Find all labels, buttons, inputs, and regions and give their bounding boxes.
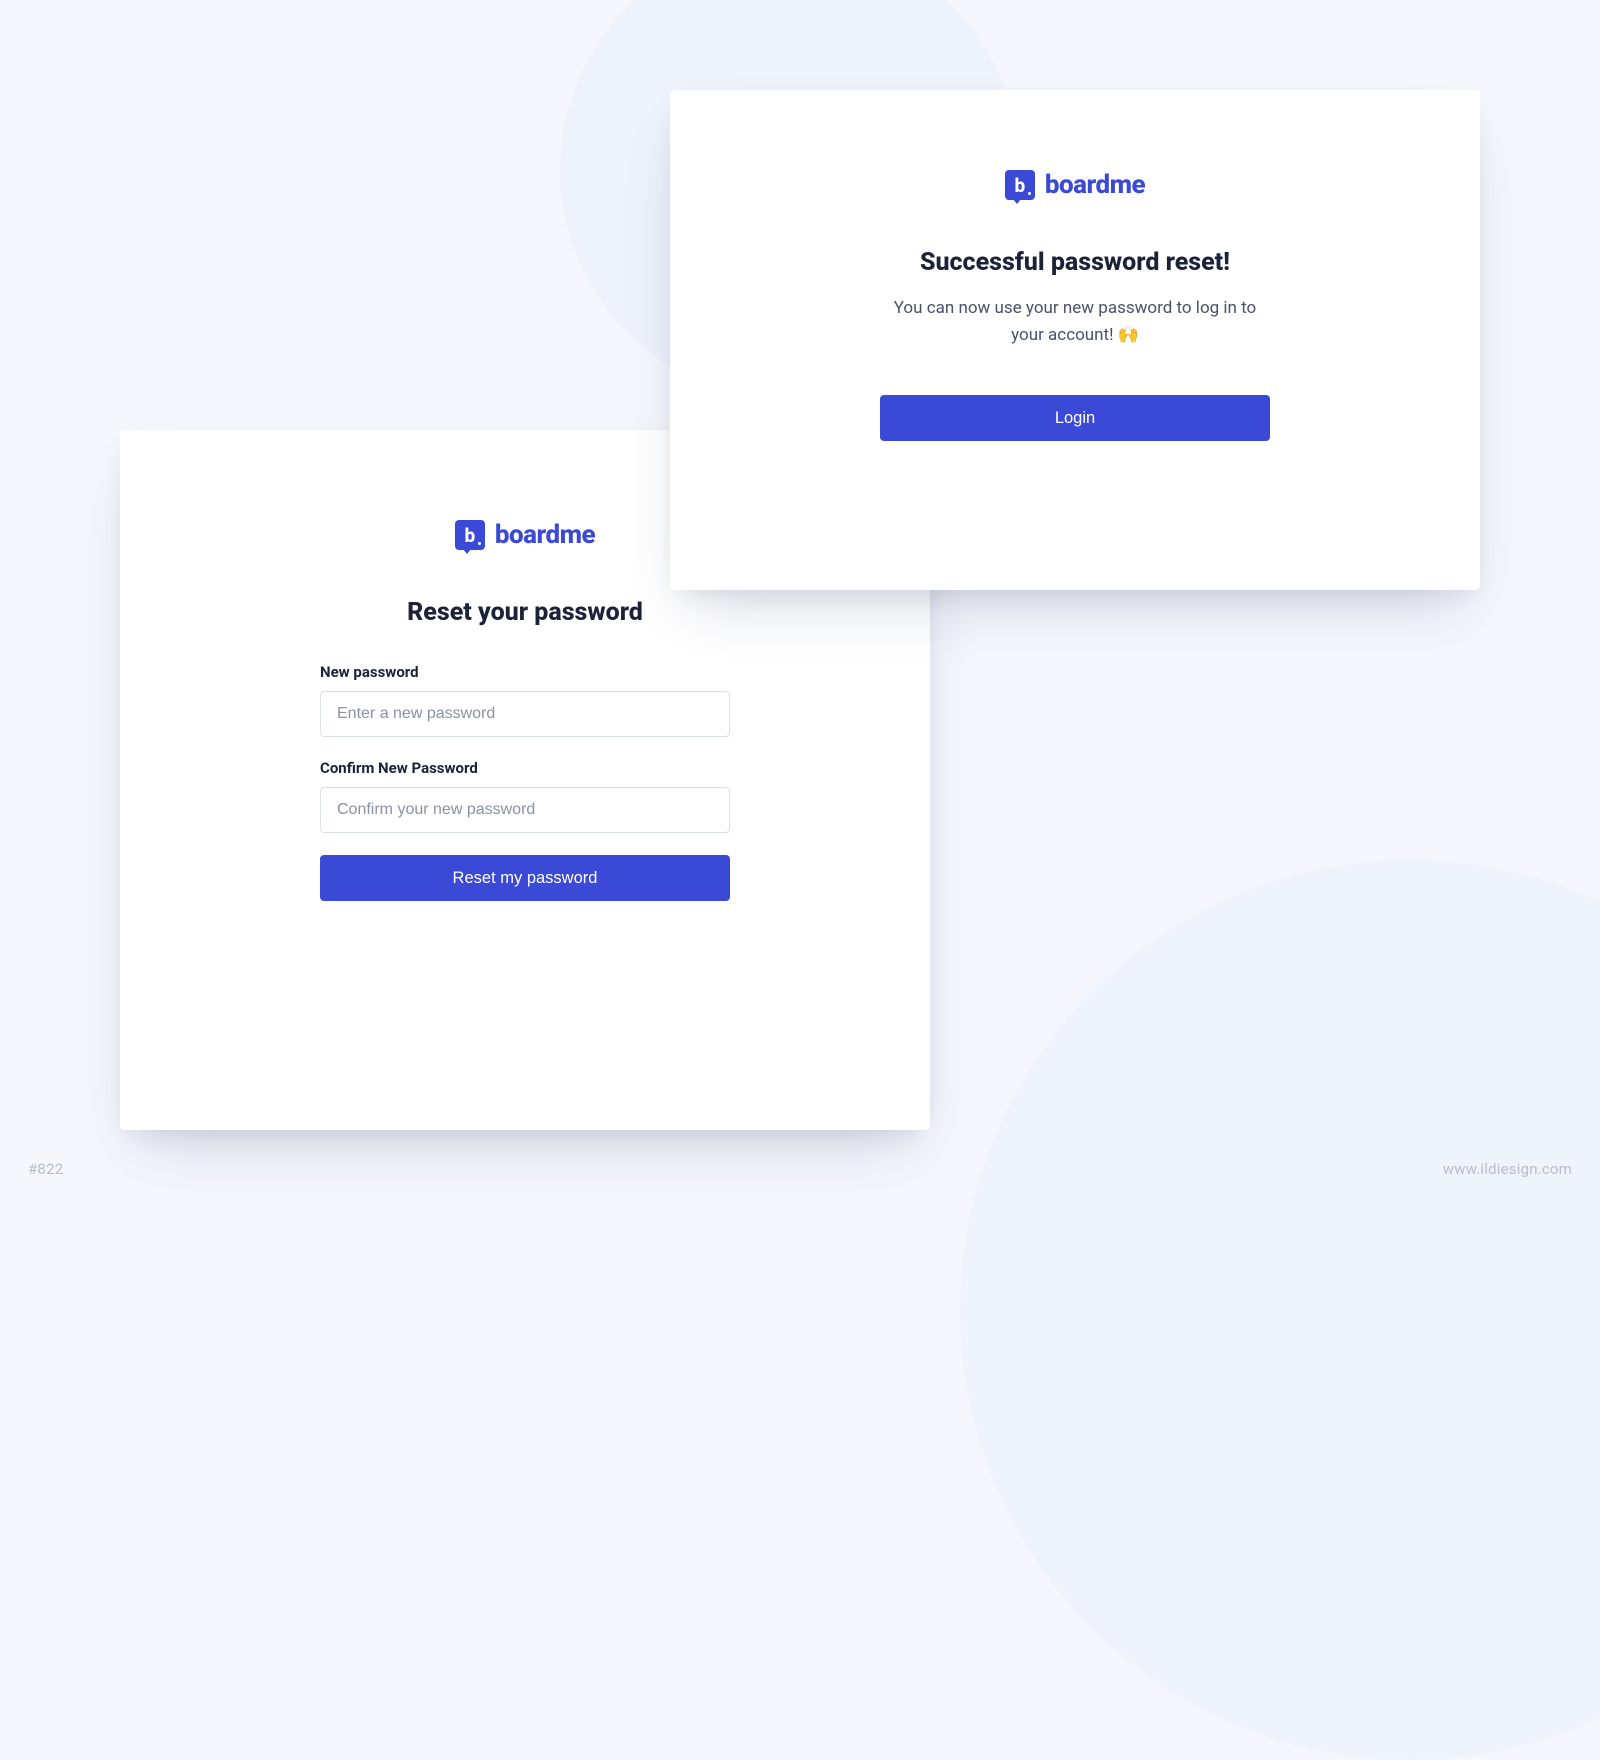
logo-text: boardme	[495, 520, 595, 550]
new-password-input[interactable]	[320, 691, 730, 737]
logo-mark-dot	[478, 542, 481, 545]
logo-mark-letter: b	[1014, 176, 1025, 195]
footer-right-link: www.ildiesign.com	[1443, 1160, 1572, 1178]
logo-mark-letter: b	[464, 526, 475, 545]
logo-mark-icon: b	[455, 520, 485, 550]
brand-logo: b boardme	[455, 520, 595, 550]
logo-text: boardme	[1045, 170, 1145, 200]
footer-left-tag: #822	[28, 1160, 63, 1178]
new-password-label: New password	[320, 663, 730, 681]
confirm-password-label: Confirm New Password	[320, 759, 730, 777]
confirm-password-group: Confirm New Password	[320, 759, 730, 833]
success-card: b boardme Successful password reset! You…	[670, 90, 1480, 590]
success-heading: Successful password reset!	[920, 248, 1230, 277]
reset-form: New password Confirm New Password Reset …	[320, 663, 730, 901]
background-circle-bottom	[960, 860, 1600, 1760]
reset-heading: Reset your password	[407, 598, 643, 627]
success-subtext: You can now use your new password to log…	[885, 295, 1265, 349]
reset-submit-button[interactable]: Reset my password	[320, 855, 730, 901]
logo-mark-dot	[1028, 192, 1031, 195]
confirm-password-input[interactable]	[320, 787, 730, 833]
logo-mark-icon: b	[1005, 170, 1035, 200]
login-button[interactable]: Login	[880, 395, 1270, 441]
brand-logo: b boardme	[1005, 170, 1145, 200]
new-password-group: New password	[320, 663, 730, 737]
